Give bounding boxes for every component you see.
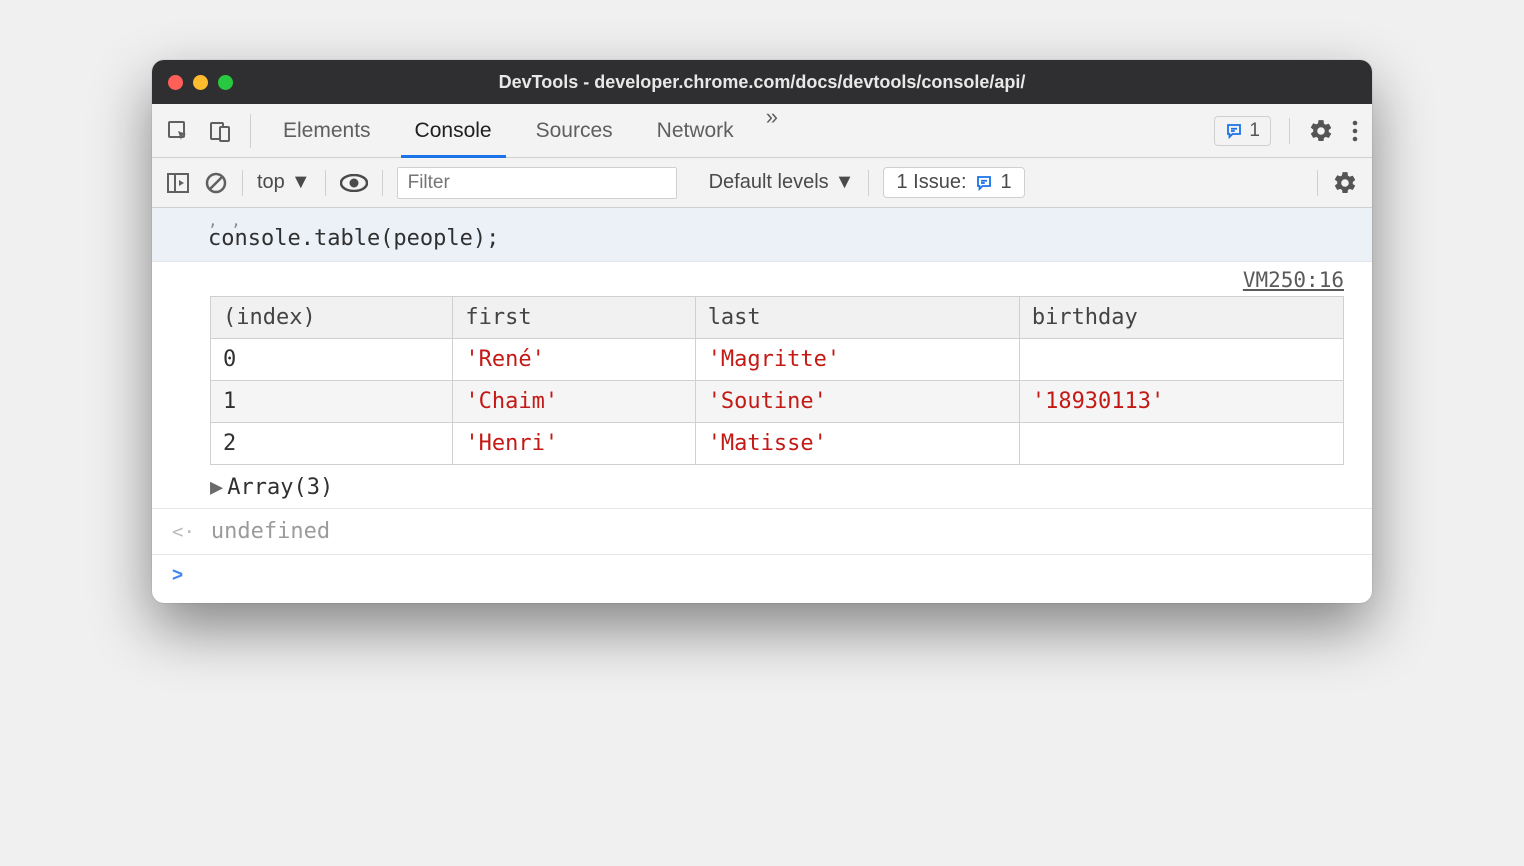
cell-first: 'Henri' — [453, 423, 695, 465]
messages-badge[interactable]: 1 — [1214, 116, 1271, 146]
window-controls — [168, 75, 233, 90]
cell-birthday — [1019, 339, 1343, 381]
cell-birthday — [1019, 423, 1343, 465]
array-label: Array(3) — [227, 475, 333, 500]
chevron-down-icon: ▼ — [291, 171, 311, 194]
tab-sources[interactable]: Sources — [514, 104, 635, 157]
issues-label: 1 Issue: — [896, 171, 966, 194]
cell-index: 2 — [211, 423, 453, 465]
return-value: undefined — [211, 519, 330, 544]
tab-elements[interactable]: Elements — [261, 104, 393, 157]
col-birthday[interactable]: birthday — [1019, 297, 1343, 339]
prompt-arrow-icon: > — [172, 565, 183, 587]
more-tabs-button[interactable]: » — [756, 104, 788, 157]
console-table: (index) first last birthday 0 'René' 'Ma… — [210, 296, 1344, 465]
issues-count: 1 — [1001, 171, 1012, 194]
col-last[interactable]: last — [695, 297, 1019, 339]
settings-icon[interactable] — [1308, 118, 1334, 144]
zoom-button[interactable] — [218, 75, 233, 90]
cell-birthday: '18930113' — [1019, 381, 1343, 423]
close-button[interactable] — [168, 75, 183, 90]
cell-last: 'Matisse' — [695, 423, 1019, 465]
context-label: top — [257, 171, 285, 194]
messages-count: 1 — [1249, 120, 1260, 142]
console-input-history: , , console.table(people); — [152, 208, 1372, 262]
divider — [868, 170, 869, 196]
live-expression-icon[interactable] — [340, 174, 368, 192]
console-toolbar: top ▼ Default levels ▼ 1 Issue: 1 — [152, 158, 1372, 208]
divider — [325, 170, 326, 196]
cell-first: 'René' — [453, 339, 695, 381]
levels-label: Default levels — [709, 171, 829, 194]
code-line: console.table(people); — [208, 226, 1362, 251]
cell-index: 1 — [211, 381, 453, 423]
cell-first: 'Chaim' — [453, 381, 695, 423]
tab-console[interactable]: Console — [393, 104, 514, 157]
return-row: <· undefined — [152, 509, 1372, 555]
chevron-down-icon: ▼ — [835, 171, 855, 194]
filter-input[interactable] — [397, 167, 677, 199]
devtools-window: DevTools - developer.chrome.com/docs/dev… — [152, 60, 1372, 603]
titlebar: DevTools - developer.chrome.com/docs/dev… — [152, 60, 1372, 104]
sidebar-toggle-icon[interactable] — [166, 172, 190, 194]
cell-index: 0 — [211, 339, 453, 381]
window-title: DevTools - developer.chrome.com/docs/dev… — [499, 72, 1026, 93]
return-arrow-icon: <· — [172, 521, 195, 543]
divider — [382, 170, 383, 196]
table-row[interactable]: 1 'Chaim' 'Soutine' '18930113' — [211, 381, 1344, 423]
table-row[interactable]: 0 'René' 'Magritte' — [211, 339, 1344, 381]
tab-bar: Elements Console Sources Network » 1 — [152, 104, 1372, 158]
cell-last: 'Soutine' — [695, 381, 1019, 423]
col-index[interactable]: (index) — [211, 297, 453, 339]
clear-console-icon[interactable] — [204, 171, 228, 195]
col-first[interactable]: first — [453, 297, 695, 339]
log-levels-selector[interactable]: Default levels ▼ — [709, 171, 855, 194]
console-settings-icon[interactable] — [1332, 170, 1358, 196]
array-expand[interactable]: ▶Array(3) — [152, 471, 1372, 509]
inspect-element-icon[interactable] — [166, 119, 190, 143]
tab-network[interactable]: Network — [635, 104, 756, 157]
table-row[interactable]: 2 'Henri' 'Matisse' — [211, 423, 1344, 465]
message-icon — [975, 174, 993, 192]
console-table-wrap: (index) first last birthday 0 'René' 'Ma… — [152, 296, 1372, 471]
divider — [1289, 118, 1290, 144]
console-prompt[interactable]: > — [152, 555, 1372, 603]
device-toolbar-icon[interactable] — [208, 119, 232, 143]
kebab-menu-icon[interactable] — [1352, 119, 1358, 143]
message-icon — [1225, 122, 1243, 140]
disclosure-triangle-icon: ▶ — [210, 475, 223, 500]
cell-last: 'Magritte' — [695, 339, 1019, 381]
context-selector[interactable]: top ▼ — [257, 171, 311, 194]
minimize-button[interactable] — [193, 75, 208, 90]
divider — [1317, 170, 1318, 196]
divider — [242, 170, 243, 196]
issues-badge[interactable]: 1 Issue: 1 — [883, 167, 1024, 198]
source-link[interactable]: VM250:16 — [152, 262, 1372, 296]
